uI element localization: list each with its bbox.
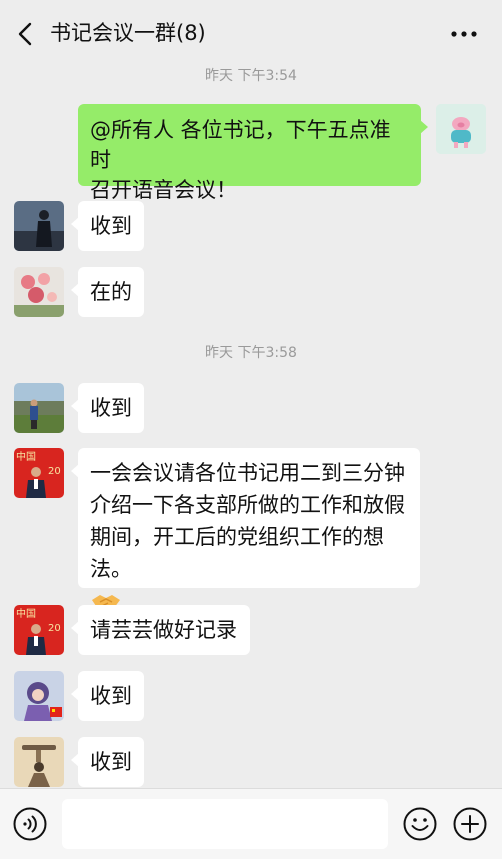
message-text: 在的 [90,280,132,304]
message-bubble[interactable]: 收到 [71,201,144,251]
svg-text:中国: 中国 [16,450,36,463]
message-bubble[interactable]: 收到 [71,383,144,433]
smiley-icon[interactable] [403,807,437,841]
man-red-banner-avatar[interactable]: 中国 20 [14,448,64,498]
message-text: 收到 [90,684,132,708]
timestamp: 昨天 下午3:58 [205,345,297,361]
flowers-avatar[interactable] [14,267,64,317]
message-text: 收到 [90,750,132,774]
timestamp: 昨天 下午3:54 [205,68,297,84]
message-bubble-mine[interactable]: @所有人 各位书记，下午五点准时 召开语音会议！ [78,104,428,202]
chevron-left-icon[interactable] [14,20,38,48]
message-text: 期间，开工后的党组织工作的想法。 [90,525,384,581]
input-bar [0,788,502,859]
message-bubble[interactable]: 一会会议请各位书记用二到三分钟 介绍一下各支部所做的工作和放假 期间，开工后的党… [71,448,420,611]
plus-icon[interactable] [453,807,487,841]
message-bubble[interactable]: 收到 [71,737,144,787]
message-input[interactable] [62,799,388,849]
rock-balance-avatar[interactable] [14,737,64,787]
chat-title: 书记会议一群(8) [50,21,206,45]
voice-icon[interactable] [13,807,47,841]
message-text: @所有人 各位书记，下午五点准时 [90,118,391,172]
message-bubble[interactable]: 在的 [71,267,144,317]
message-bubble[interactable]: 请芸芸做好记录 [71,605,250,655]
message-bubble[interactable]: 收到 [71,671,144,721]
message-text: 一会会议请各位书记用二到三分钟 [90,461,405,485]
message-text: 收到 [90,214,132,238]
pig-avatar[interactable] [436,104,486,154]
man-field-avatar[interactable] [14,383,64,433]
dark-figure-avatar[interactable] [14,201,64,251]
chat-header: 书记会议一群(8) [0,0,502,66]
message-text: 请芸芸做好记录 [90,618,237,642]
more-dots-icon[interactable] [450,22,478,46]
girl-flag-avatar[interactable] [14,671,64,721]
man-red-banner-avatar[interactable]: 中国 20 [14,605,64,655]
svg-text:中国: 中国 [16,607,36,620]
message-text: 收到 [90,396,132,420]
svg-text:20: 20 [48,466,61,477]
svg-text:20: 20 [48,623,61,634]
message-text: 介绍一下各支部所做的工作和放假 [90,493,405,517]
